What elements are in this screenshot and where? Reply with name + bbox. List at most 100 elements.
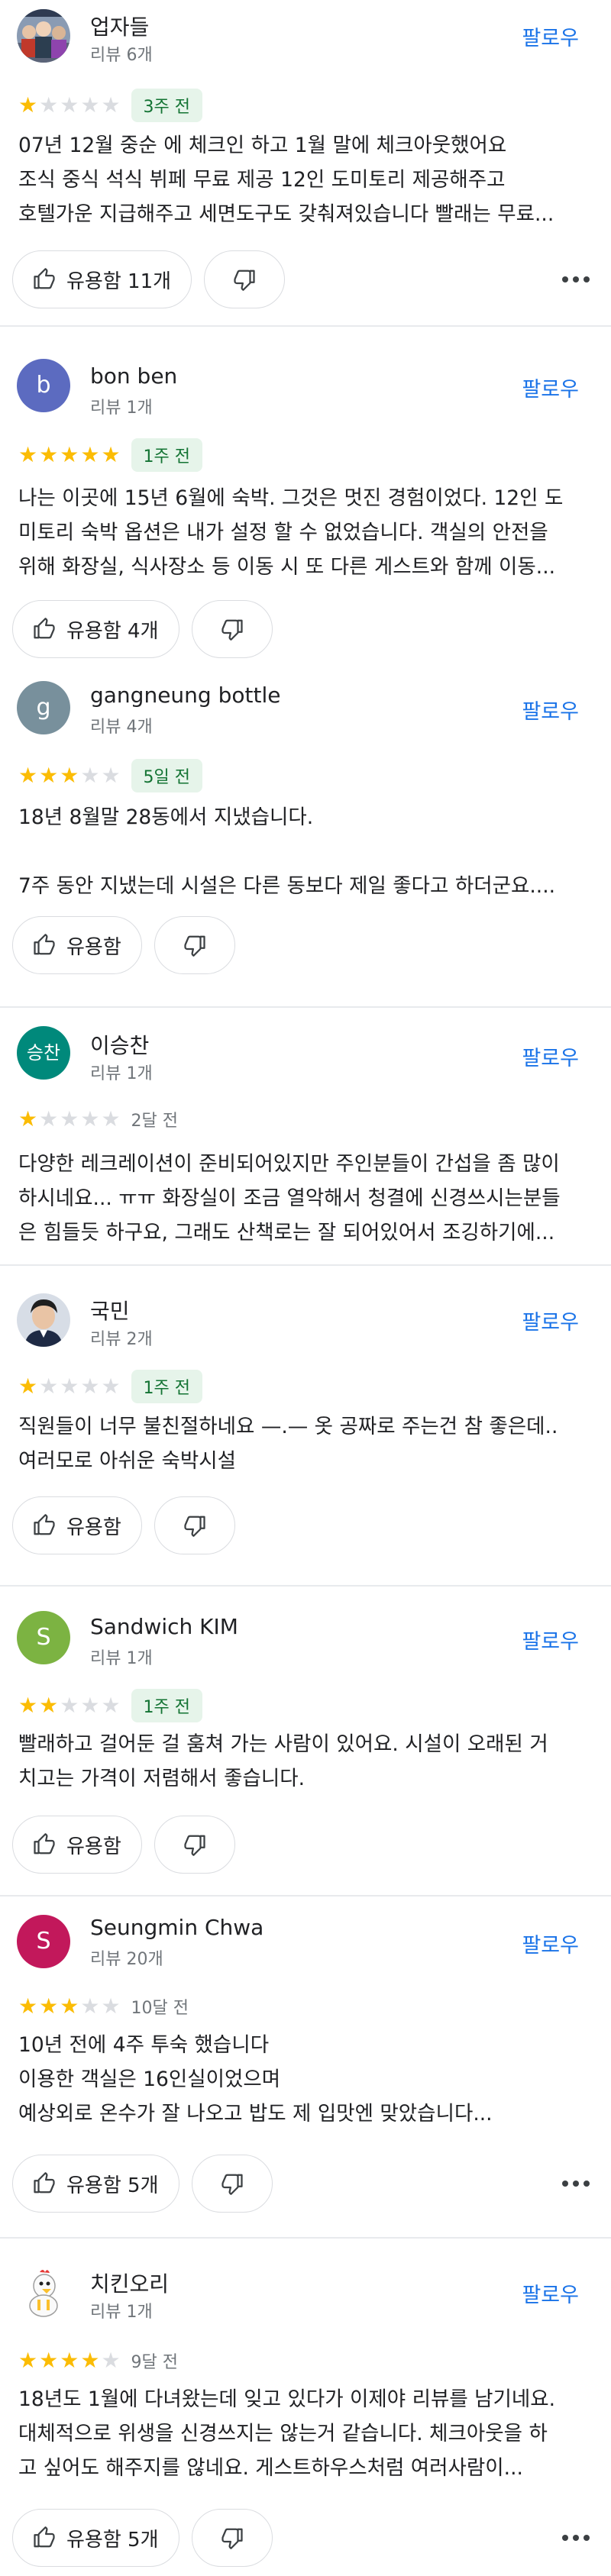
review-text[interactable]: 18년도 1월에 다녀왔는데 잊고 있다가 이제야 리뷰를 남기네요. 대체적으… bbox=[18, 2382, 596, 2485]
star-empty-icon: ★ bbox=[60, 1374, 79, 1399]
follow-button[interactable]: 팔로우 bbox=[522, 695, 579, 725]
person-photo-avatar-icon bbox=[17, 1293, 70, 1347]
helpful-button[interactable]: 유용함 bbox=[12, 916, 142, 974]
review-text[interactable]: 나는 이곳에 15년 6월에 숙박. 그것은 멋진 경험이었다. 12인 도 미… bbox=[18, 481, 596, 584]
reviewer-name[interactable]: bon ben bbox=[90, 363, 177, 389]
review-date: 2달 전 bbox=[131, 1112, 179, 1131]
more-options-icon[interactable] bbox=[558, 261, 594, 298]
avatar[interactable] bbox=[17, 1293, 70, 1347]
star-empty-icon: ★ bbox=[60, 1106, 79, 1131]
divider bbox=[0, 1585, 611, 1587]
reviewer-name[interactable]: 업자들 bbox=[90, 11, 149, 41]
star-rating: ★ ★ ★ ★ ★ bbox=[18, 1109, 121, 1130]
star-empty-icon: ★ bbox=[101, 1993, 121, 2019]
reviewer-name[interactable]: 치킨오리 bbox=[90, 2268, 169, 2298]
star-empty-icon: ★ bbox=[101, 763, 121, 788]
star-empty-icon: ★ bbox=[80, 1374, 100, 1399]
review-text[interactable]: 18년 8월말 28동에서 지냈습니다. 7주 동안 지냈는데 시설은 다른 동… bbox=[18, 800, 596, 903]
review-date: 1주 전 bbox=[131, 1370, 203, 1403]
thumbs-down-icon bbox=[184, 1516, 205, 1537]
rating-row: ★ ★ ★ ★ ★ 9달 전 bbox=[18, 2345, 178, 2376]
star-filled-icon: ★ bbox=[18, 763, 38, 788]
review-card: 승찬 이승찬 리뷰 1개 팔로우 ★ ★ ★ ★ ★ 2달 전 다양한 레크레이션이 준… bbox=[0, 1009, 611, 1267]
review-text[interactable]: 10년 전에 4주 투숙 했습니다 이용한 객실은 16인실이었으며 예상외로 … bbox=[18, 2028, 596, 2131]
reviewer-name[interactable]: Seungmin Chwa bbox=[90, 1915, 263, 1940]
review-text[interactable]: 직원들이 너무 불친절하네요 —.— 옷 공짜로 주는건 참 좋은데.. 여러모… bbox=[18, 1409, 596, 1478]
review-card: 업자들 리뷰 6개 팔로우 ★ ★ ★ ★ ★ 3주 전 07년 12월 중순 에 체크… bbox=[0, 0, 611, 328]
helpful-button[interactable]: 유용함 5개 bbox=[12, 2509, 179, 2567]
review-text-line: 다양한 레크레이션이 준비되어있지만 주인분들이 간섭을 좀 많이 bbox=[18, 1152, 560, 1176]
star-filled-icon: ★ bbox=[39, 1693, 59, 1718]
not-helpful-button[interactable] bbox=[154, 1816, 235, 1874]
review-actions: 유용함 bbox=[12, 1816, 235, 1874]
review-date: 1주 전 bbox=[131, 1689, 203, 1722]
star-empty-icon: ★ bbox=[60, 1693, 79, 1718]
reviewer-name[interactable]: 이승찬 bbox=[90, 1029, 149, 1060]
thumbs-down-icon bbox=[234, 270, 255, 291]
review-count: 리뷰 1개 bbox=[90, 1649, 153, 1668]
reviewer-name[interactable]: 국민 bbox=[90, 1295, 130, 1325]
review-text[interactable]: 빨래하고 걸어둔 걸 훔쳐 가는 사람이 있어요. 시설이 오래된 거 치고는 … bbox=[18, 1727, 596, 1796]
more-options-icon[interactable] bbox=[558, 2520, 594, 2556]
not-helpful-button[interactable] bbox=[154, 916, 235, 974]
not-helpful-button[interactable] bbox=[154, 1496, 235, 1554]
not-helpful-button[interactable] bbox=[191, 2155, 273, 2213]
review-count: 리뷰 4개 bbox=[90, 718, 153, 737]
helpful-button[interactable]: 유용함 5개 bbox=[12, 2155, 179, 2213]
review-text-line: 예상외로 온수가 잘 나오고 밥도 제 입맛엔 맞았습니다... bbox=[18, 2102, 493, 2126]
not-helpful-button[interactable] bbox=[191, 600, 273, 658]
review-text-line: 07년 12월 중순 에 체크인 하고 1월 말에 체크아웃했어요 bbox=[18, 134, 507, 157]
not-helpful-button[interactable] bbox=[204, 250, 286, 308]
rating-row: ★ ★ ★ ★ ★ 10달 전 bbox=[18, 1991, 189, 2022]
avatar[interactable]: S bbox=[17, 1915, 70, 1968]
review-text-line: 호텔가운 지급해주고 세면도구도 갖춰져있습니다 빨래는 무료... bbox=[18, 202, 554, 226]
review-text-line: 이용한 객실은 16인실이었으며 bbox=[18, 2068, 281, 2091]
review-card: 국민 리뷰 2개 팔로우 ★ ★ ★ ★ ★ 1주 전 직원들이 너무 불친절하네요 —… bbox=[0, 1267, 611, 1588]
follow-button[interactable]: 팔로우 bbox=[522, 1041, 579, 1071]
avatar[interactable]: g bbox=[17, 681, 70, 734]
review-count: 리뷰 1개 bbox=[90, 1064, 153, 1083]
avatar[interactable]: 승찬 bbox=[17, 1026, 70, 1080]
review-text[interactable]: 다양한 레크레이션이 준비되어있지만 주인분들이 간섭을 좀 많이 하시네요..… bbox=[18, 1147, 596, 1250]
thumbs-down-icon bbox=[221, 2528, 243, 2549]
review-text-line: 7주 동안 지냈는데 시설은 다른 동보다 제일 좋다고 하더군요.... bbox=[18, 874, 556, 898]
divider bbox=[0, 1006, 611, 1008]
review-text-line: 대체적으로 위생을 신경쓰지는 않는거 같습니다. 체크아웃을 하 bbox=[18, 2422, 548, 2445]
avatar[interactable] bbox=[17, 2266, 70, 2319]
helpful-button[interactable]: 유용함 bbox=[12, 1816, 142, 1874]
star-empty-icon: ★ bbox=[39, 92, 59, 118]
review-text[interactable]: 07년 12월 중순 에 체크인 하고 1월 말에 체크아웃했어요 조식 중식 … bbox=[18, 128, 596, 231]
thumbs-down-icon bbox=[184, 935, 205, 957]
divider bbox=[0, 1895, 611, 1896]
review-card: 치킨오리 리뷰 1개 팔로우 ★ ★ ★ ★ ★ 9달 전 18년도 1월에 다녀왔는데… bbox=[0, 2240, 611, 2576]
review-card: b bon ben 리뷰 1개 팔로우 ★ ★ ★ ★ ★ 1주 전 나는 이곳에 15… bbox=[0, 328, 611, 663]
follow-button[interactable]: 팔로우 bbox=[522, 1625, 579, 1654]
review-card: S Seungmin Chwa 리뷰 20개 팔로우 ★ ★ ★ ★ ★ 10달 전 1… bbox=[0, 1898, 611, 2240]
reviewer-name[interactable]: gangneung bottle bbox=[90, 683, 280, 708]
reviewer-name[interactable]: Sandwich KIM bbox=[90, 1614, 238, 1639]
follow-button[interactable]: 팔로우 bbox=[522, 2278, 579, 2308]
avatar[interactable] bbox=[17, 9, 70, 63]
review-actions: 유용함 4개 bbox=[12, 600, 273, 658]
follow-button[interactable]: 팔로우 bbox=[522, 1306, 579, 1335]
thumbs-up-icon bbox=[34, 2526, 55, 2548]
star-empty-icon: ★ bbox=[101, 92, 121, 118]
helpful-count: 유용함 4개 bbox=[66, 619, 159, 643]
follow-button[interactable]: 팔로우 bbox=[522, 21, 579, 51]
rating-row: ★ ★ ★ ★ ★ 5일 전 bbox=[18, 759, 203, 792]
avatar[interactable]: b bbox=[17, 359, 70, 412]
helpful-button[interactable]: 유용함 bbox=[12, 1496, 142, 1554]
star-empty-icon: ★ bbox=[80, 1693, 100, 1718]
helpful-button[interactable]: 유용함 11개 bbox=[12, 250, 192, 308]
review-card: S Sandwich KIM 리뷰 1개 팔로우 ★ ★ ★ ★ ★ 1주 전 빨래하고… bbox=[0, 1588, 611, 1898]
avatar-letter: S bbox=[36, 1624, 51, 1651]
helpful-button[interactable]: 유용함 4개 bbox=[12, 600, 179, 658]
more-options-icon[interactable] bbox=[558, 2165, 594, 2202]
avatar[interactable]: S bbox=[17, 1611, 70, 1664]
not-helpful-button[interactable] bbox=[191, 2509, 273, 2567]
follow-button[interactable]: 팔로우 bbox=[522, 373, 579, 402]
star-empty-icon: ★ bbox=[80, 1993, 100, 2019]
follow-button[interactable]: 팔로우 bbox=[522, 1929, 579, 1958]
review-count: 리뷰 6개 bbox=[90, 46, 153, 65]
helpful-count: 유용함 bbox=[66, 935, 121, 959]
